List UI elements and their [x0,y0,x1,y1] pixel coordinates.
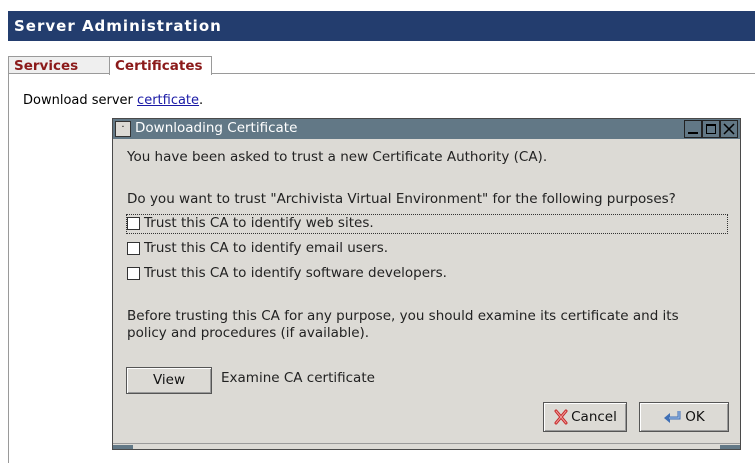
option-web-sites[interactable]: Trust this CA to identify web sites. [126,214,728,234]
cancel-label: Cancel [571,409,617,425]
download-instruction: Download server certficate. [23,93,203,108]
window-menu-button[interactable]: · [115,121,131,137]
downloading-certificate-dialog: · Downloading Certificate You have been … [112,118,741,450]
maximize-icon[interactable] [702,120,720,138]
ok-button[interactable]: OK [639,402,729,432]
tab-certificates[interactable]: Certificates [109,56,212,75]
checkbox-email-users[interactable] [127,242,140,255]
close-icon[interactable] [720,120,738,138]
option-label: Trust this CA to identify web sites. [144,215,374,231]
checkbox-web-sites[interactable] [127,217,140,230]
cancel-button[interactable]: Cancel [543,402,627,432]
dialog-resize-frame[interactable] [113,443,740,449]
checkbox-software-developers[interactable] [127,267,140,280]
page-title: Server Administration [8,11,755,41]
tab-bar: Services Certificates [8,56,755,75]
examine-ca-label: Examine CA certificate [221,370,375,386]
dialog-question: Do you want to trust "Archivista Virtual… [127,191,676,207]
ok-label: OK [685,409,705,425]
view-button[interactable]: View [126,367,212,394]
warning-text-line2: policy and procedures (if available). [127,325,370,341]
dialog-titlebar[interactable]: · Downloading Certificate [113,119,740,139]
download-suffix: . [199,93,204,108]
download-prefix: Download server [23,93,138,108]
dialog-intro: You have been asked to trust a new Certi… [127,149,548,165]
option-label: Trust this CA to identify email users. [144,240,389,256]
option-label: Trust this CA to identify software devel… [144,265,447,281]
enter-arrow-icon [664,411,681,423]
content-border [8,74,9,463]
dialog-title: Downloading Certificate [135,120,298,136]
tab-services[interactable]: Services [8,56,110,74]
warning-text-line1: Before trusting this CA for any purpose,… [127,308,679,324]
certificate-link[interactable]: certficate [137,93,199,108]
tab-divider [211,73,755,74]
minimize-icon[interactable] [684,120,702,138]
cancel-icon [554,409,568,425]
